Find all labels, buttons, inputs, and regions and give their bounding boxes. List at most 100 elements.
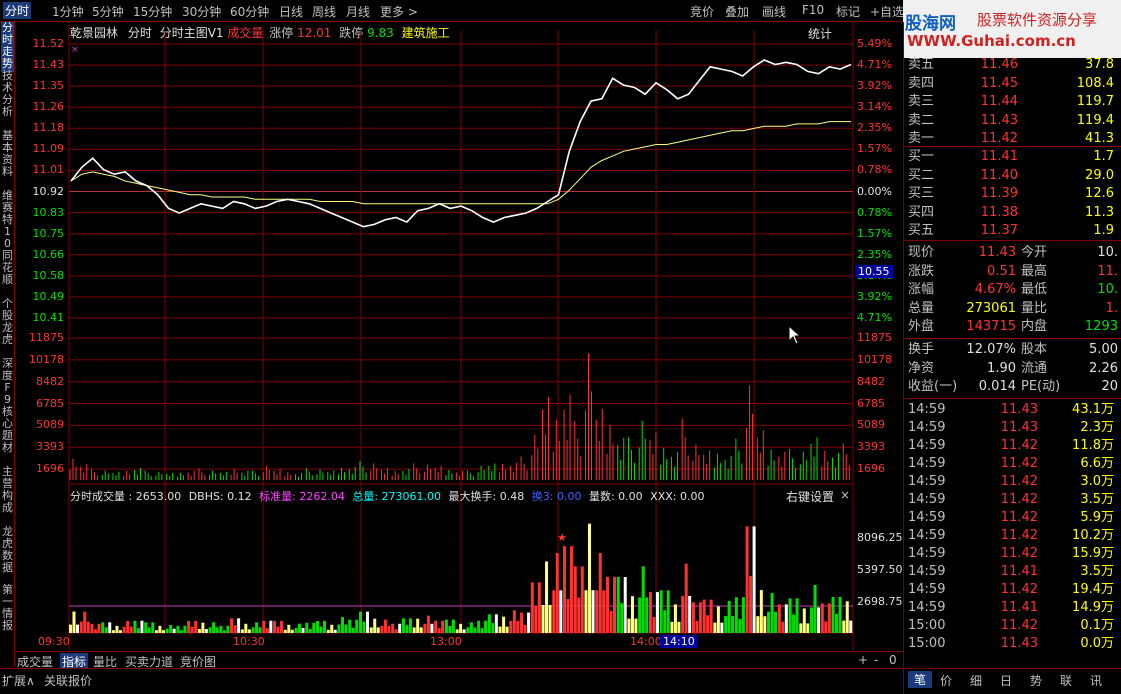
- right-click-settings[interactable]: 右键设置: [786, 488, 834, 505]
- volume-tick-label: 6785: [36, 396, 64, 410]
- tick-row[interactable]: 14:59 11.43 43.1万: [908, 401, 1118, 419]
- fund-value-2: 2.26: [1089, 360, 1118, 376]
- sub-volume-bar: [158, 625, 162, 633]
- sub-volume-bar: [491, 623, 495, 633]
- sub-volume-bar: [383, 619, 387, 633]
- tick-row[interactable]: 14:59 11.42 6.6万: [908, 455, 1118, 473]
- sub-maxturn: 最大换手: 0.48: [448, 490, 525, 503]
- sub-total: 总量: 273061.00: [352, 490, 442, 503]
- tick-row[interactable]: 14:59 11.43 2.3万: [908, 419, 1118, 437]
- tab-indicator[interactable]: 指标: [60, 653, 89, 669]
- tab-detail[interactable]: 细: [970, 672, 982, 689]
- sub-volume-bar: [638, 597, 642, 633]
- tick-row[interactable]: 15:00 11.42 0.1万: [908, 617, 1118, 635]
- tick-row[interactable]: 14:59 11.42 19.4万: [908, 581, 1118, 599]
- sub-volume-bar: [745, 526, 749, 633]
- tick-volume: 0.0万: [1080, 636, 1114, 651]
- buy-level-price: 11.40: [980, 167, 1018, 183]
- zoom-out-icon[interactable]: -: [874, 653, 878, 669]
- zoom-in-icon[interactable]: +: [858, 653, 868, 669]
- tab-link[interactable]: 联: [1060, 672, 1072, 689]
- tick-row[interactable]: 14:59 11.42 15.9万: [908, 545, 1118, 563]
- tick-row[interactable]: 14:59 11.42 10.2万: [908, 527, 1118, 545]
- sub-volume-bar: [663, 610, 667, 633]
- quote-value-2: 11.: [1097, 263, 1118, 279]
- sub-volume-bar: [126, 621, 130, 633]
- sub-volume-bar: [215, 627, 219, 633]
- tick-price: 11.42: [1000, 438, 1038, 453]
- sub-volume-bar: [208, 627, 212, 633]
- sub-volume-bar: [387, 625, 391, 633]
- sub-volume-bar: [673, 604, 677, 633]
- tick-row[interactable]: 14:59 11.41 14.9万: [908, 599, 1118, 617]
- indicator-tabs: 成交量 指标 量比 买卖力道 竞价图 + - 0: [15, 651, 903, 669]
- sub-volume-bar: [702, 599, 706, 633]
- sub-volume-bar: [509, 620, 513, 633]
- pct-tick-label: 1.57%: [857, 142, 892, 156]
- tab-buy-sell-force[interactable]: 买卖力道: [125, 653, 173, 669]
- tick-row[interactable]: 14:59 11.42 3.5万: [908, 491, 1118, 509]
- sub-name: 分时成交量 : 2653.00: [70, 490, 182, 503]
- sell-level-volume: 119.4: [1076, 112, 1114, 128]
- price-tick-label: 11.09: [32, 142, 65, 156]
- tab-daily-right[interactable]: 日: [1000, 672, 1012, 689]
- close-icon[interactable]: ×: [840, 488, 850, 502]
- tick-price: 11.42: [1000, 546, 1038, 561]
- sub-volume-bar: [627, 618, 631, 633]
- reset-icon[interactable]: 0: [889, 653, 897, 669]
- sub-volume-bar: [849, 620, 853, 633]
- tick-volume: 3.0万: [1080, 474, 1114, 489]
- sub-volume-bar: [645, 597, 649, 633]
- tick-price: 11.42: [1000, 456, 1038, 471]
- sub-volume-bar: [455, 629, 459, 633]
- buy-level-label: 买二: [908, 167, 935, 183]
- sub-volume-bar: [451, 619, 455, 633]
- sub-volume-bar: [459, 623, 463, 633]
- sub-volume-bar: [323, 621, 327, 633]
- sub-volume-bar: [806, 623, 810, 633]
- sub-volume-bar: [588, 523, 592, 633]
- tab-ticks[interactable]: 笔: [908, 671, 933, 688]
- tick-row[interactable]: 14:59 11.42 5.9万: [908, 509, 1118, 527]
- tick-row[interactable]: 14:59 11.42 11.8万: [908, 437, 1118, 455]
- sub-volume-bar: [634, 618, 638, 633]
- sell-level-price: 11.45: [980, 75, 1018, 91]
- sub-volume-bar: [434, 620, 438, 633]
- sub-volume-bar: [194, 621, 198, 633]
- tab-volume-ratio[interactable]: 量比: [93, 653, 117, 669]
- tab-auction-chart[interactable]: 竞价图: [180, 653, 216, 669]
- sub-volume-bar: [97, 623, 101, 633]
- sub-volume-bar: [713, 622, 717, 633]
- sub-volume-bar: [502, 616, 506, 633]
- tab-volume[interactable]: 成交量: [17, 653, 53, 669]
- sub-volume-bar: [767, 611, 771, 633]
- tick-time: 15:00: [908, 636, 946, 651]
- tab-price[interactable]: 价: [940, 672, 952, 689]
- quote-value: 273061: [966, 300, 1016, 316]
- sub-volume-bar: [394, 629, 398, 633]
- sub-volume-bar: [423, 623, 427, 633]
- sub-volume-bar: [140, 620, 144, 633]
- expand-button[interactable]: 扩展∧: [2, 672, 35, 689]
- intraday-chart[interactable]: ★×: [0, 0, 903, 668]
- sell-level-volume: 108.4: [1076, 75, 1114, 91]
- sub-volume-bar: [666, 590, 670, 633]
- price-tick-label: 10.92: [32, 184, 65, 198]
- related-quotes-button[interactable]: 关联报价: [44, 672, 92, 689]
- tick-row[interactable]: 14:59 11.41 3.5万: [908, 563, 1118, 581]
- quote-label-2: 最低: [1021, 282, 1048, 297]
- sub-volume-bar: [620, 603, 624, 633]
- tick-row[interactable]: 14:59 11.42 3.0万: [908, 473, 1118, 491]
- fund-label: 换手: [908, 342, 935, 357]
- sell-level-volume: 119.7: [1076, 94, 1114, 109]
- sub-volume-bar: [623, 577, 627, 633]
- sub-volume-bar: [720, 622, 724, 633]
- sub-volume-bar: [405, 625, 409, 633]
- sub-volume-bar: [408, 618, 412, 633]
- tick-row[interactable]: 15:00 11.43 0.0万: [908, 635, 1118, 653]
- sub-volume-bar: [566, 599, 570, 633]
- tab-trend[interactable]: 势: [1030, 672, 1042, 689]
- tab-news[interactable]: 讯: [1090, 672, 1102, 689]
- tick-volume: 43.1万: [1072, 402, 1114, 417]
- tick-volume: 11.8万: [1072, 438, 1114, 453]
